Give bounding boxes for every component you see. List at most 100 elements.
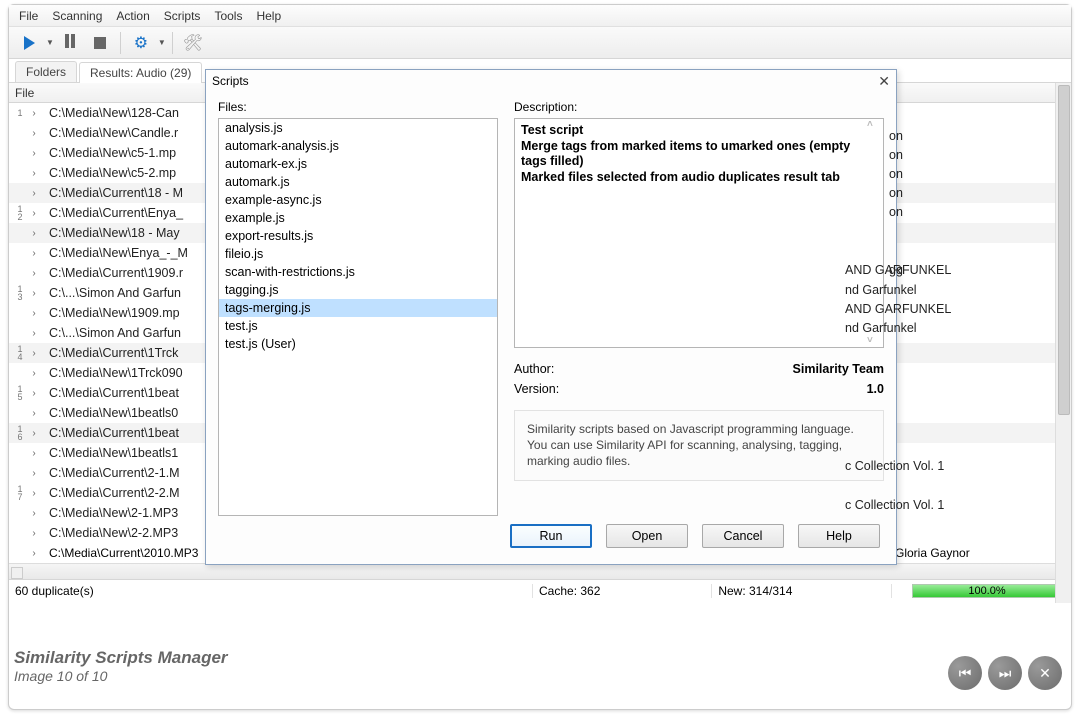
truncated-cell: AND GARFUNKEL <box>845 302 951 316</box>
expander-icon[interactable]: › <box>27 548 41 559</box>
gear-icon: ⚙ <box>134 33 148 53</box>
truncated-cell: c Collection Vol. 1 <box>845 498 944 512</box>
script-item[interactable]: automark-analysis.js <box>219 137 497 155</box>
nav-next-button[interactable]: ⏭ <box>988 656 1022 690</box>
file-path[interactable]: C:\Media\Current\2-1.M <box>49 466 180 480</box>
script-item[interactable]: analysis.js <box>219 119 497 137</box>
tab-results-audio[interactable]: Results: Audio (29) <box>79 62 202 83</box>
open-button[interactable]: Open <box>606 524 688 548</box>
expander-icon[interactable]: › <box>27 288 41 299</box>
tab-folders[interactable]: Folders <box>15 61 77 82</box>
tools-button[interactable]: 🛠 <box>179 30 207 56</box>
expander-icon[interactable]: › <box>27 188 41 199</box>
file-path[interactable]: C:\Media\New\18 - May <box>49 226 180 240</box>
file-path[interactable]: C:\Media\Current\Enya_ <box>49 206 183 220</box>
dialog-title: Scripts <box>212 74 249 88</box>
scroll-up-icon[interactable]: ˄ <box>867 119 883 132</box>
files-label: Files: <box>218 100 498 114</box>
expander-icon[interactable]: › <box>27 408 41 419</box>
file-path[interactable]: C:\Media\New\Candle.r <box>49 126 178 140</box>
expander-icon[interactable]: › <box>27 168 41 179</box>
expander-icon[interactable]: › <box>27 488 41 499</box>
file-path[interactable]: C:\Media\New\2-1.MP3 <box>49 506 178 520</box>
menu-scanning[interactable]: Scanning <box>52 9 102 23</box>
run-button[interactable]: Run <box>510 524 592 548</box>
stop-button[interactable] <box>86 30 114 56</box>
script-item[interactable]: test.js (User) <box>219 335 497 353</box>
expander-icon[interactable]: › <box>27 108 41 119</box>
expander-icon[interactable]: › <box>27 328 41 339</box>
expander-icon[interactable]: › <box>27 468 41 479</box>
pause-button[interactable] <box>56 30 84 56</box>
play-dropdown-icon[interactable]: ▼ <box>46 38 54 47</box>
expander-icon[interactable]: › <box>27 148 41 159</box>
script-item[interactable]: automark-ex.js <box>219 155 497 173</box>
file-path[interactable]: C:\Media\New\2-2.MP3 <box>49 526 178 540</box>
row-number: 15 <box>13 385 27 401</box>
play-button[interactable] <box>15 30 43 56</box>
expander-icon[interactable]: › <box>27 268 41 279</box>
expander-icon[interactable]: › <box>27 528 41 539</box>
menu-help[interactable]: Help <box>256 9 281 23</box>
script-item[interactable]: fileio.js <box>219 245 497 263</box>
truncated-cell: nd Garfunkel <box>845 283 917 297</box>
author-label: Author: <box>514 362 559 376</box>
toolbar-divider <box>120 32 121 54</box>
script-item[interactable]: scan-with-restrictions.js <box>219 263 497 281</box>
menu-tools[interactable]: Tools <box>214 9 242 23</box>
expander-icon[interactable]: › <box>27 448 41 459</box>
file-path[interactable]: C:\...\Simon And Garfun <box>49 286 181 300</box>
file-path[interactable]: C:\Media\Current\1Trck <box>49 346 178 360</box>
expander-icon[interactable]: › <box>27 228 41 239</box>
file-path[interactable]: C:\Media\New\1Trck090 <box>49 366 183 380</box>
expander-icon[interactable]: › <box>27 368 41 379</box>
file-path[interactable]: C:\Media\New\1beatls1 <box>49 446 178 460</box>
file-path[interactable]: C:\Media\New\128-Can <box>49 106 179 120</box>
file-path[interactable]: C:\Media\New\1beatls0 <box>49 406 178 420</box>
file-path[interactable]: C:\Media\Current\1909.r <box>49 266 183 280</box>
script-item[interactable]: automark.js <box>219 173 497 191</box>
expander-icon[interactable]: › <box>27 428 41 439</box>
expander-icon[interactable]: › <box>27 128 41 139</box>
status-bar: 60 duplicate(s) Cache: 362 New: 314/314 … <box>9 579 1071 601</box>
expander-icon[interactable]: › <box>27 308 41 319</box>
file-path[interactable]: C:\Media\New\c5-2.mp <box>49 166 176 180</box>
settings-dropdown-icon[interactable]: ▼ <box>158 38 166 47</box>
script-item[interactable]: example-async.js <box>219 191 497 209</box>
cancel-button[interactable]: Cancel <box>702 524 784 548</box>
horizontal-scrollbar[interactable] <box>9 563 1071 579</box>
scripts-listbox[interactable]: analysis.jsautomark-analysis.jsautomark-… <box>218 118 498 516</box>
script-item[interactable]: test.js <box>219 317 497 335</box>
script-item[interactable]: example.js <box>219 209 497 227</box>
expander-icon[interactable]: › <box>27 508 41 519</box>
settings-button[interactable]: ⚙ <box>127 30 155 56</box>
help-button[interactable]: Help <box>798 524 880 548</box>
file-path[interactable]: C:\Media\New\c5-1.mp <box>49 146 176 160</box>
menu-scripts[interactable]: Scripts <box>164 9 201 23</box>
file-path[interactable]: C:\...\Simon And Garfun <box>49 326 181 340</box>
file-path[interactable]: C:\Media\Current\2-2.M <box>49 486 180 500</box>
status-duplicates: 60 duplicate(s) <box>9 584 533 598</box>
script-item[interactable]: tags-merging.js <box>219 299 497 317</box>
caption-title: Similarity Scripts Manager <box>14 648 228 668</box>
expander-icon[interactable]: › <box>27 348 41 359</box>
file-path[interactable]: C:\Media\New\Enya_-_M <box>49 246 188 260</box>
expander-icon[interactable]: › <box>27 248 41 259</box>
menu-file[interactable]: File <box>19 9 38 23</box>
vertical-scrollbar[interactable] <box>1055 83 1071 603</box>
menu-action[interactable]: Action <box>116 9 149 23</box>
file-path[interactable]: C:\Media\New\1909.mp <box>49 306 180 320</box>
nav-close-button[interactable]: ✕ <box>1028 656 1062 690</box>
script-item[interactable]: export-results.js <box>219 227 497 245</box>
description-box: Test scriptMerge tags from marked items … <box>514 118 884 348</box>
expander-icon[interactable]: › <box>27 208 41 219</box>
scroll-down-icon[interactable]: ˅ <box>867 335 883 348</box>
script-item[interactable]: tagging.js <box>219 281 497 299</box>
close-button[interactable]: ✕ <box>878 73 890 90</box>
file-path[interactable]: C:\Media\Current\1beat <box>49 386 179 400</box>
author-value: Similarity Team <box>559 362 884 376</box>
expander-icon[interactable]: › <box>27 388 41 399</box>
file-path[interactable]: C:\Media\Current\18 - M <box>49 186 183 200</box>
nav-prev-button[interactable]: ⏮ <box>948 656 982 690</box>
file-path[interactable]: C:\Media\Current\1beat <box>49 426 179 440</box>
